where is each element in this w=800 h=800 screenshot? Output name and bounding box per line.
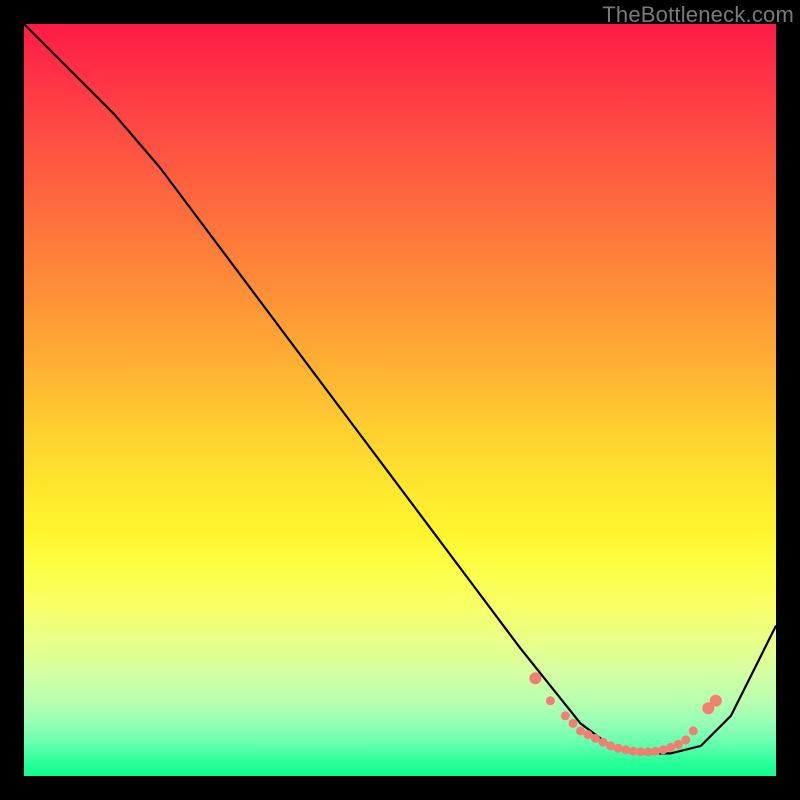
highlight-dots — [529, 672, 721, 756]
highlight-dot — [546, 696, 555, 705]
highlight-dot — [651, 747, 660, 756]
highlight-dot — [621, 745, 630, 754]
highlight-dot — [569, 719, 578, 728]
highlight-dot — [710, 695, 722, 707]
highlight-dot — [681, 735, 690, 744]
highlight-dot — [561, 711, 570, 720]
watermark-text: TheBottleneck.com — [602, 2, 794, 28]
highlight-dot — [689, 726, 698, 735]
highlight-dot — [674, 740, 683, 749]
chart-frame: TheBottleneck.com — [0, 0, 800, 800]
bottleneck-curve — [24, 24, 776, 753]
highlight-dot — [614, 744, 623, 753]
highlight-dot — [529, 672, 541, 684]
curve-layer — [24, 24, 776, 776]
